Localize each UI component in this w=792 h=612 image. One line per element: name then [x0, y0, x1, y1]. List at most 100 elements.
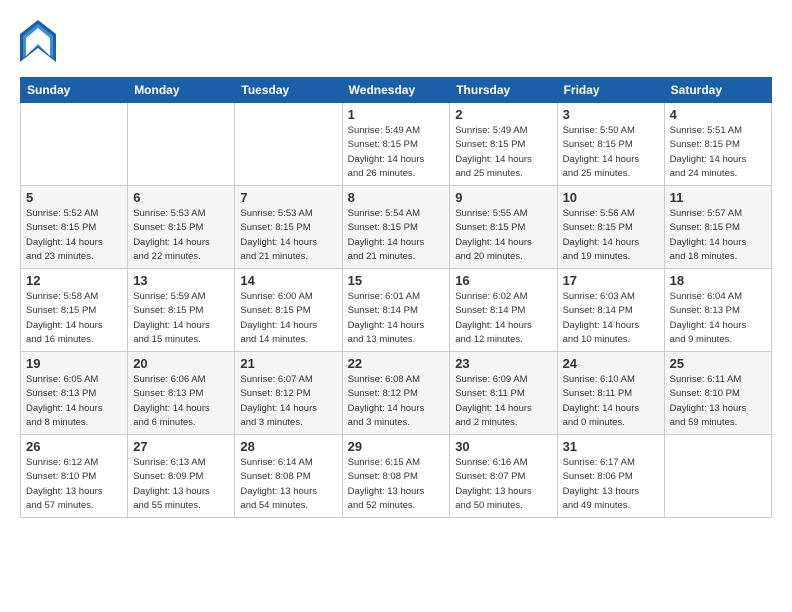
- day-info: Sunrise: 6:15 AMSunset: 8:08 PMDaylight:…: [348, 456, 445, 513]
- day-cell: 19 Sunrise: 6:05 AMSunset: 8:13 PMDayligh…: [21, 352, 128, 435]
- day-header-tuesday: Tuesday: [235, 78, 342, 103]
- day-number: 23: [455, 356, 551, 371]
- day-number: 19: [26, 356, 122, 371]
- day-cell: 18 Sunrise: 6:04 AMSunset: 8:13 PMDayligh…: [664, 269, 771, 352]
- day-number: 27: [133, 439, 229, 454]
- day-cell: [664, 435, 771, 518]
- day-number: 8: [348, 190, 445, 205]
- day-header-wednesday: Wednesday: [342, 78, 450, 103]
- day-cell: 21Sunrise: 6:07 AMSunset: 8:12 PMDayligh…: [235, 352, 342, 435]
- day-number: 7: [240, 190, 336, 205]
- day-info: Sunrise: 5:51 AMSunset: 8:15 PMDaylight:…: [670, 124, 766, 181]
- day-cell: 22Sunrise: 6:08 AMSunset: 8:12 PMDayligh…: [342, 352, 450, 435]
- day-cell: 23 Sunrise: 6:09 AMSunset: 8:11 PMDayligh…: [450, 352, 557, 435]
- week-row-2: 5 Sunrise: 5:52 AMSunset: 8:15 PMDaylight…: [21, 186, 772, 269]
- week-row-3: 12Sunrise: 5:58 AMSunset: 8:15 PMDayligh…: [21, 269, 772, 352]
- day-info: Sunrise: 6:13 AMSunset: 8:09 PMDaylight:…: [133, 456, 229, 513]
- day-info: Sunrise: 6:05 AMSunset: 8:13 PMDaylight:…: [26, 373, 122, 430]
- day-cell: 31Sunrise: 6:17 AMSunset: 8:06 PMDayligh…: [557, 435, 664, 518]
- page-header: [20, 20, 772, 67]
- day-number: 13: [133, 273, 229, 288]
- day-info: Sunrise: 5:49 AMSunset: 8:15 PMDaylight:…: [348, 124, 445, 181]
- day-cell: 27 Sunrise: 6:13 AMSunset: 8:09 PMDayligh…: [128, 435, 235, 518]
- day-info: Sunrise: 6:01 AMSunset: 8:14 PMDaylight:…: [348, 290, 445, 347]
- day-number: 18: [670, 273, 766, 288]
- day-cell: [235, 103, 342, 186]
- day-info: Sunrise: 5:53 AMSunset: 8:15 PMDaylight:…: [133, 207, 229, 264]
- day-number: 10: [563, 190, 659, 205]
- day-header-saturday: Saturday: [664, 78, 771, 103]
- day-number: 28: [240, 439, 336, 454]
- day-cell: 8 Sunrise: 5:54 AMSunset: 8:15 PMDaylight…: [342, 186, 450, 269]
- day-info: Sunrise: 6:11 AMSunset: 8:10 PMDaylight:…: [670, 373, 766, 430]
- day-number: 2: [455, 107, 551, 122]
- day-info: Sunrise: 5:53 AMSunset: 8:15 PMDaylight:…: [240, 207, 336, 264]
- day-info: Sunrise: 6:16 AMSunset: 8:07 PMDaylight:…: [455, 456, 551, 513]
- day-cell: 4 Sunrise: 5:51 AMSunset: 8:15 PMDaylight…: [664, 103, 771, 186]
- week-row-4: 19 Sunrise: 6:05 AMSunset: 8:13 PMDayligh…: [21, 352, 772, 435]
- day-cell: 25 Sunrise: 6:11 AMSunset: 8:10 PMDayligh…: [664, 352, 771, 435]
- day-number: 11: [670, 190, 766, 205]
- day-number: 3: [563, 107, 659, 122]
- day-cell: 14 Sunrise: 6:00 AMSunset: 8:15 PMDayligh…: [235, 269, 342, 352]
- day-cell: 20Sunrise: 6:06 AMSunset: 8:13 PMDayligh…: [128, 352, 235, 435]
- day-header-monday: Monday: [128, 78, 235, 103]
- day-header-thursday: Thursday: [450, 78, 557, 103]
- day-header-friday: Friday: [557, 78, 664, 103]
- day-number: 25: [670, 356, 766, 371]
- day-info: Sunrise: 6:09 AMSunset: 8:11 PMDaylight:…: [455, 373, 551, 430]
- day-cell: 28 Sunrise: 6:14 AMSunset: 8:08 PMDayligh…: [235, 435, 342, 518]
- day-info: Sunrise: 6:04 AMSunset: 8:13 PMDaylight:…: [670, 290, 766, 347]
- day-cell: 2 Sunrise: 5:49 AMSunset: 8:15 PMDaylight…: [450, 103, 557, 186]
- day-header-sunday: Sunday: [21, 78, 128, 103]
- day-cell: [128, 103, 235, 186]
- day-cell: 16Sunrise: 6:02 AMSunset: 8:14 PMDayligh…: [450, 269, 557, 352]
- day-cell: 11 Sunrise: 5:57 AMSunset: 8:15 PMDayligh…: [664, 186, 771, 269]
- day-cell: 17 Sunrise: 6:03 AMSunset: 8:14 PMDayligh…: [557, 269, 664, 352]
- day-info: Sunrise: 6:02 AMSunset: 8:14 PMDaylight:…: [455, 290, 551, 347]
- week-row-5: 26 Sunrise: 6:12 AMSunset: 8:10 PMDayligh…: [21, 435, 772, 518]
- day-info: Sunrise: 6:03 AMSunset: 8:14 PMDaylight:…: [563, 290, 659, 347]
- day-cell: 9Sunrise: 5:55 AMSunset: 8:15 PMDaylight…: [450, 186, 557, 269]
- calendar-header-row: SundayMondayTuesdayWednesdayThursdayFrid…: [21, 78, 772, 103]
- week-row-1: 1 Sunrise: 5:49 AMSunset: 8:15 PMDaylight…: [21, 103, 772, 186]
- day-cell: 7 Sunrise: 5:53 AMSunset: 8:15 PMDaylight…: [235, 186, 342, 269]
- day-number: 4: [670, 107, 766, 122]
- day-cell: 12Sunrise: 5:58 AMSunset: 8:15 PMDayligh…: [21, 269, 128, 352]
- day-cell: 29 Sunrise: 6:15 AMSunset: 8:08 PMDayligh…: [342, 435, 450, 518]
- day-number: 5: [26, 190, 122, 205]
- day-cell: 3 Sunrise: 5:50 AMSunset: 8:15 PMDaylight…: [557, 103, 664, 186]
- day-number: 30: [455, 439, 551, 454]
- day-info: Sunrise: 5:58 AMSunset: 8:15 PMDaylight:…: [26, 290, 122, 347]
- day-number: 15: [348, 273, 445, 288]
- day-cell: 26 Sunrise: 6:12 AMSunset: 8:10 PMDayligh…: [21, 435, 128, 518]
- day-info: Sunrise: 6:10 AMSunset: 8:11 PMDaylight:…: [563, 373, 659, 430]
- calendar-table: SundayMondayTuesdayWednesdayThursdayFrid…: [20, 77, 772, 518]
- day-info: Sunrise: 5:50 AMSunset: 8:15 PMDaylight:…: [563, 124, 659, 181]
- day-number: 20: [133, 356, 229, 371]
- day-info: Sunrise: 6:12 AMSunset: 8:10 PMDaylight:…: [26, 456, 122, 513]
- day-info: Sunrise: 5:57 AMSunset: 8:15 PMDaylight:…: [670, 207, 766, 264]
- day-cell: 10 Sunrise: 5:56 AMSunset: 8:15 PMDayligh…: [557, 186, 664, 269]
- day-cell: [21, 103, 128, 186]
- day-cell: 1 Sunrise: 5:49 AMSunset: 8:15 PMDaylight…: [342, 103, 450, 186]
- day-info: Sunrise: 5:49 AMSunset: 8:15 PMDaylight:…: [455, 124, 551, 181]
- day-number: 26: [26, 439, 122, 454]
- day-number: 9: [455, 190, 551, 205]
- day-number: 14: [240, 273, 336, 288]
- day-info: Sunrise: 6:14 AMSunset: 8:08 PMDaylight:…: [240, 456, 336, 513]
- day-info: Sunrise: 6:17 AMSunset: 8:06 PMDaylight:…: [563, 456, 659, 513]
- day-number: 1: [348, 107, 445, 122]
- day-info: Sunrise: 5:56 AMSunset: 8:15 PMDaylight:…: [563, 207, 659, 264]
- logo: [20, 20, 56, 67]
- day-number: 29: [348, 439, 445, 454]
- day-number: 17: [563, 273, 659, 288]
- day-cell: 30 Sunrise: 6:16 AMSunset: 8:07 PMDayligh…: [450, 435, 557, 518]
- day-info: Sunrise: 5:54 AMSunset: 8:15 PMDaylight:…: [348, 207, 445, 264]
- day-info: Sunrise: 6:08 AMSunset: 8:12 PMDaylight:…: [348, 373, 445, 430]
- day-info: Sunrise: 5:52 AMSunset: 8:15 PMDaylight:…: [26, 207, 122, 264]
- day-info: Sunrise: 5:59 AMSunset: 8:15 PMDaylight:…: [133, 290, 229, 347]
- day-cell: 6Sunrise: 5:53 AMSunset: 8:15 PMDaylight…: [128, 186, 235, 269]
- day-number: 21: [240, 356, 336, 371]
- day-info: Sunrise: 6:00 AMSunset: 8:15 PMDaylight:…: [240, 290, 336, 347]
